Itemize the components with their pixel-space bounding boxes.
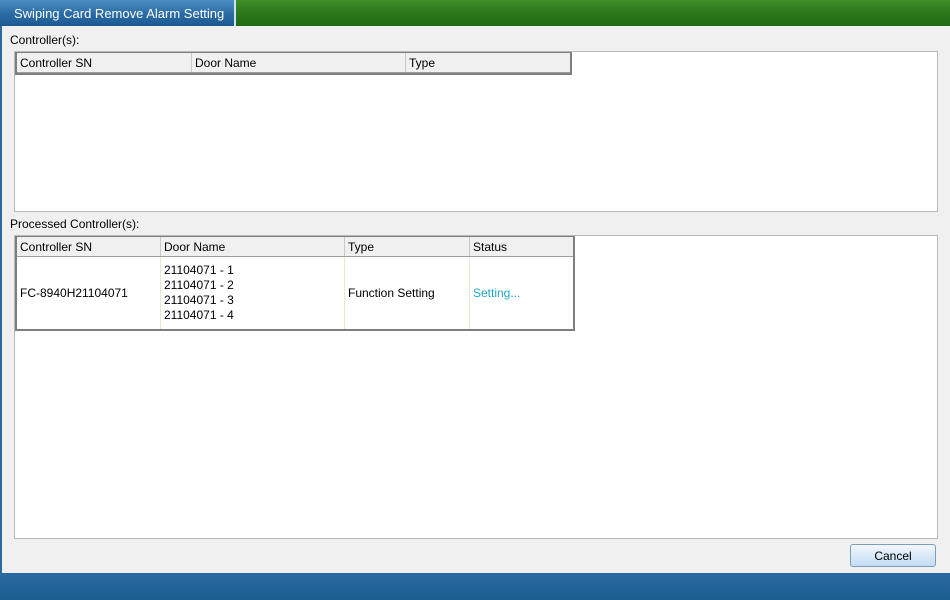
dialog-window: Swiping Card Remove Alarm Setting Contro… bbox=[0, 0, 950, 600]
door-name-item: 21104071 - 2 bbox=[164, 278, 234, 292]
door-name-item: 21104071 - 4 bbox=[164, 308, 234, 322]
column-header-type[interactable]: Type bbox=[345, 237, 470, 256]
bottom-bar bbox=[0, 573, 950, 600]
controllers-grid: Controller SN Door Name Type bbox=[15, 52, 572, 75]
title-bar: Swiping Card Remove Alarm Setting bbox=[0, 0, 950, 26]
column-header-door-name[interactable]: Door Name bbox=[192, 53, 406, 72]
window-title: Swiping Card Remove Alarm Setting bbox=[14, 6, 225, 21]
cell-door-names: 21104071 - 1 21104071 - 2 21104071 - 3 2… bbox=[161, 257, 345, 329]
processed-controllers-grid: Controller SN Door Name Type Status FC-8… bbox=[15, 236, 575, 331]
left-accent-border bbox=[0, 26, 2, 574]
door-name-item: 21104071 - 1 bbox=[164, 263, 234, 277]
column-header-door-name[interactable]: Door Name bbox=[161, 237, 345, 256]
column-header-controller-sn[interactable]: Controller SN bbox=[17, 237, 161, 256]
door-name-list: 21104071 - 1 21104071 - 2 21104071 - 3 2… bbox=[164, 263, 234, 323]
controllers-list-panel[interactable]: Controller SN Door Name Type bbox=[14, 51, 938, 212]
column-header-controller-sn[interactable]: Controller SN bbox=[17, 53, 192, 72]
cell-status: Setting... bbox=[473, 286, 521, 300]
processed-controllers-list-panel[interactable]: Controller SN Door Name Type Status FC-8… bbox=[14, 235, 938, 539]
title-tab: Swiping Card Remove Alarm Setting bbox=[0, 0, 236, 26]
controllers-label: Controller(s): bbox=[10, 33, 80, 47]
door-name-item: 21104071 - 3 bbox=[164, 293, 234, 307]
processed-controllers-label: Processed Controller(s): bbox=[10, 217, 140, 231]
cancel-button[interactable]: Cancel bbox=[850, 544, 936, 567]
table-row[interactable]: FC-8940H21104071 21104071 - 1 21104071 -… bbox=[17, 257, 573, 329]
column-header-status[interactable]: Status bbox=[470, 237, 573, 256]
controllers-grid-header: Controller SN Door Name Type bbox=[17, 53, 570, 73]
cell-controller-sn: FC-8940H21104071 bbox=[17, 257, 161, 329]
cell-type: Function Setting bbox=[345, 257, 470, 329]
column-header-type[interactable]: Type bbox=[406, 53, 570, 72]
processed-grid-header: Controller SN Door Name Type Status bbox=[17, 237, 573, 257]
